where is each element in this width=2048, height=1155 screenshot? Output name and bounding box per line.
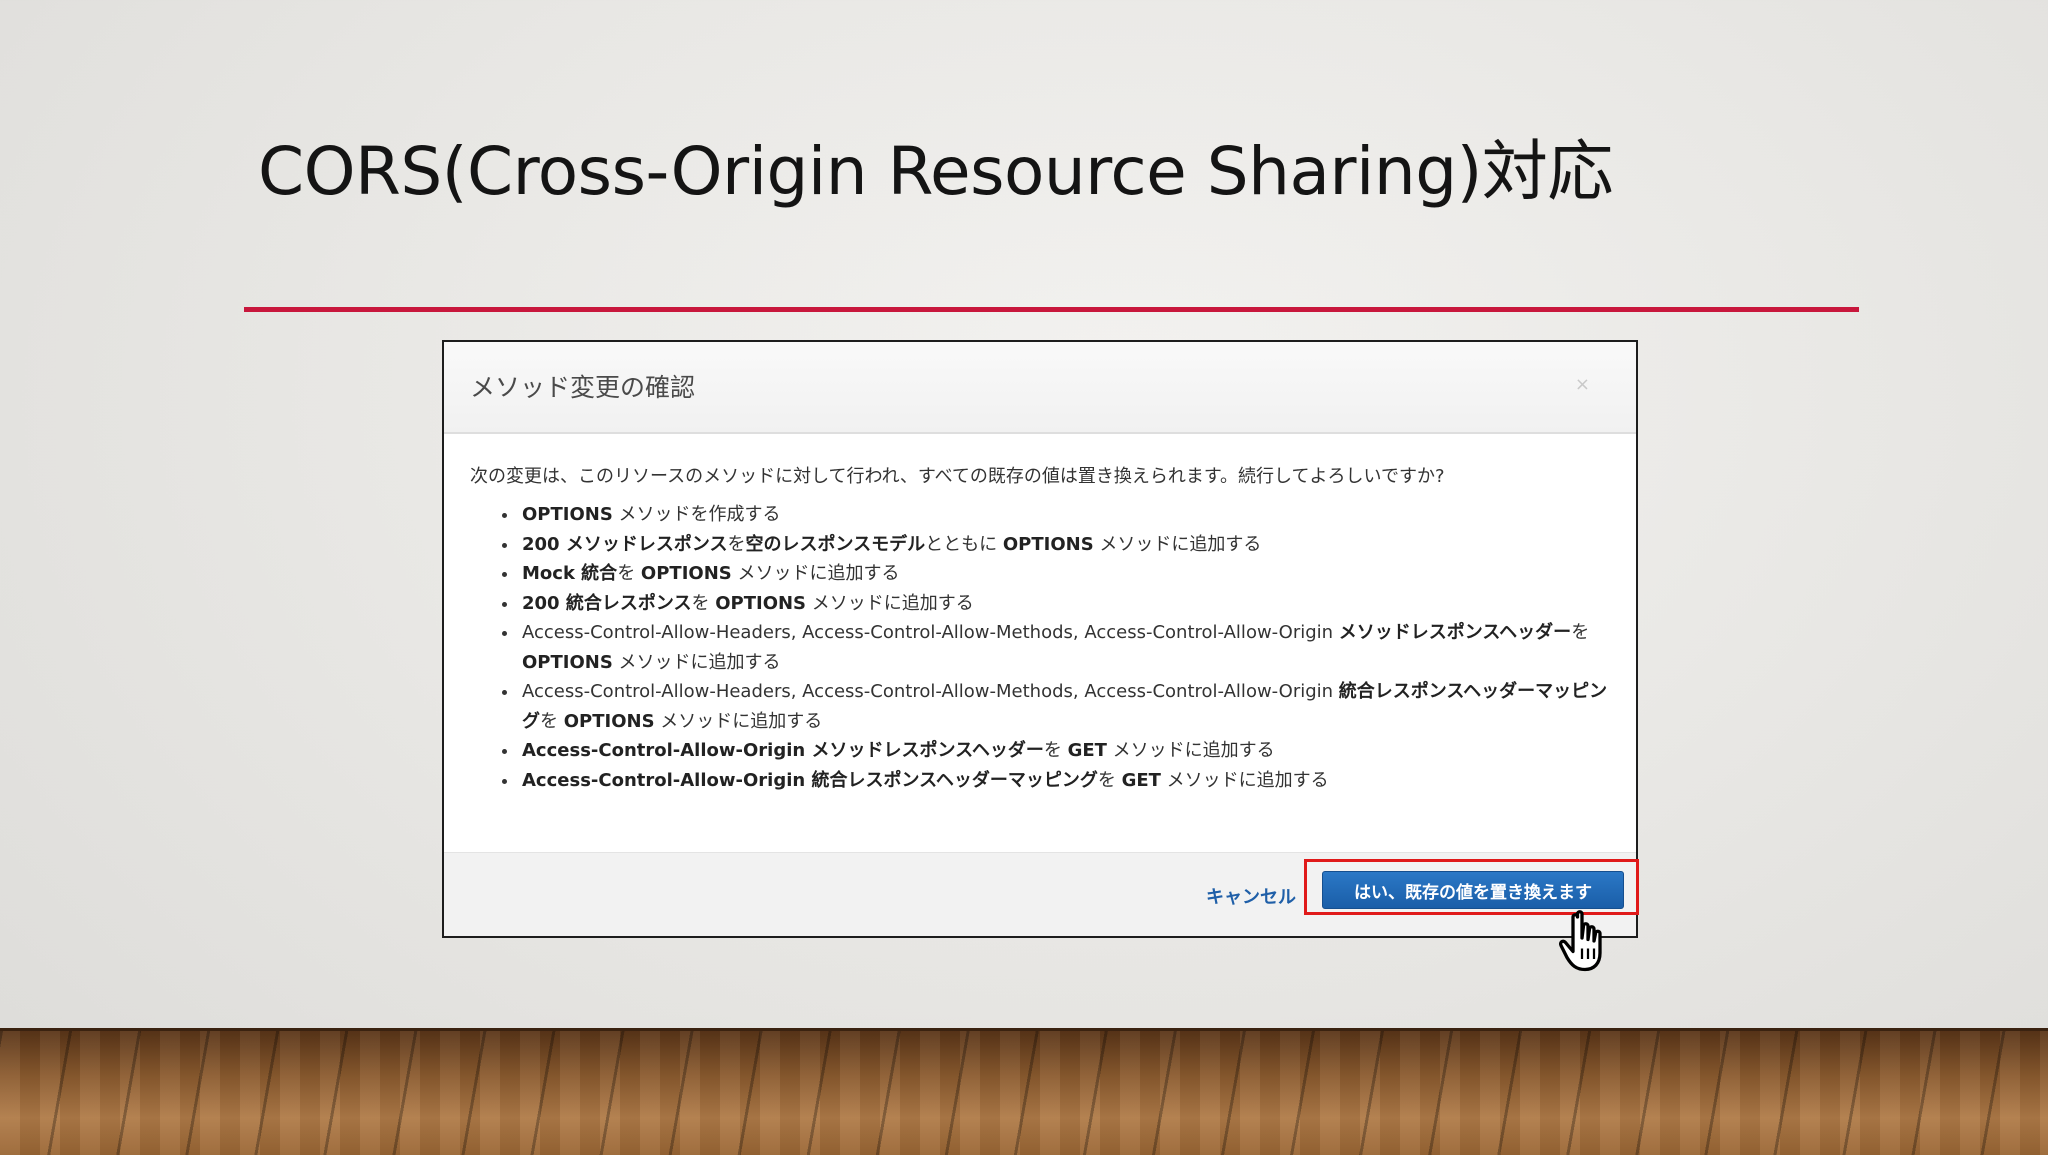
slide-title: CORS(Cross-Origin Resource Sharing)対応 [258, 133, 1613, 210]
change-list-item: Access-Control-Allow-Headers, Access-Con… [494, 677, 1612, 736]
dialog-title: メソッド変更の確認 [470, 373, 696, 402]
change-item-text: を [1043, 740, 1068, 761]
dialog-header: メソッド変更の確認 × [444, 342, 1636, 434]
change-item-text: を [691, 592, 716, 614]
change-item-bold-text: OPTIONS [715, 592, 807, 614]
change-item-text: を [540, 710, 564, 732]
change-item-text: Access-Control-Allow-Headers, Access-Con… [522, 681, 1339, 702]
change-item-bold-text: OPTIONS [522, 651, 613, 673]
change-item-bold-text: 空のレスポンスモデル [745, 533, 926, 555]
change-list-item: 200 メソッドレスポンスを空のレスポンスモデルとともに OPTIONS メソッ… [494, 530, 1612, 560]
wooden-floor-decoration [0, 1028, 2048, 1155]
change-item-text: メソッドを作成する [612, 504, 781, 525]
change-item-text: メソッドに追加する [731, 563, 900, 584]
change-item-text: を [1097, 769, 1122, 791]
change-list-item: Access-Control-Allow-Origin 統合レスポンスヘッダーマ… [494, 766, 1612, 796]
change-item-bold-text: Mock 統合 [522, 563, 618, 584]
change-item-bold-text: OPTIONS [563, 710, 655, 732]
change-item-text: メソッドに追加する [612, 651, 781, 673]
change-item-bold-text: OPTIONS [522, 504, 613, 525]
hand-pointer-icon [1558, 910, 1602, 972]
change-item-bold-text: OPTIONS [1002, 533, 1094, 555]
dialog-body: 次の変更は、このリソースのメソッドに対して行われ、すべての既存の値は置き換えられ… [444, 434, 1636, 795]
change-list-item: 200 統合レスポンスを OPTIONS メソッドに追加する [494, 589, 1612, 619]
change-item-text: を [617, 563, 641, 584]
dialog-footer: キャンセル はい、既存の値を置き換えます [444, 852, 1639, 936]
close-icon[interactable]: × [1575, 374, 1590, 395]
change-list-item: Access-Control-Allow-Origin メソッドレスポンスヘッダ… [494, 736, 1612, 766]
change-item-bold-text: OPTIONS [640, 563, 732, 584]
change-item-bold-text: GET [1067, 740, 1107, 761]
change-item-text: メソッドに追加する [1093, 533, 1262, 555]
confirm-method-change-dialog: メソッド変更の確認 × 次の変更は、このリソースのメソッドに対して行われ、すべて… [442, 340, 1639, 938]
change-list-item: Mock 統合を OPTIONS メソッドに追加する [494, 559, 1612, 589]
change-list-item: Access-Control-Allow-Headers, Access-Con… [494, 618, 1612, 677]
change-item-bold-text: Access-Control-Allow-Origin メソッドレスポンスヘッダ… [522, 740, 1044, 761]
change-item-text: メソッドに追加する [1106, 740, 1275, 761]
cancel-button[interactable]: キャンセル [1206, 883, 1296, 909]
change-item-text: とともに [925, 533, 1003, 555]
change-item-text: を [727, 533, 746, 555]
change-item-text: メソッドに追加する [806, 592, 974, 614]
change-item-text: Access-Control-Allow-Headers, Access-Con… [522, 622, 1339, 643]
dialog-intro-text: 次の変更は、このリソースのメソッドに対して行われ、すべての既存の値は置き換えられ… [470, 466, 1445, 487]
change-list-item: OPTIONS メソッドを作成する [494, 500, 1612, 530]
change-item-bold-text: GET [1121, 769, 1161, 791]
change-item-bold-text: 200 メソッドレスポンス [522, 533, 728, 555]
change-item-bold-text: 200 統合レスポンス [522, 592, 692, 614]
change-item-bold-text: メソッドレスポンスヘッダー [1338, 622, 1572, 643]
change-item-text: メソッドに追加する [1160, 769, 1329, 791]
confirm-replace-button[interactable]: はい、既存の値を置き換えます [1322, 871, 1624, 909]
accent-divider [244, 307, 1859, 312]
change-item-text: メソッドに追加する [654, 710, 823, 732]
change-item-text: を [1571, 622, 1590, 643]
change-item-bold-text: Access-Control-Allow-Origin 統合レスポンスヘッダーマ… [522, 769, 1098, 791]
change-list: OPTIONS メソッドを作成する 200 メソッドレスポンスを空のレスポンスモデ… [470, 500, 1612, 795]
